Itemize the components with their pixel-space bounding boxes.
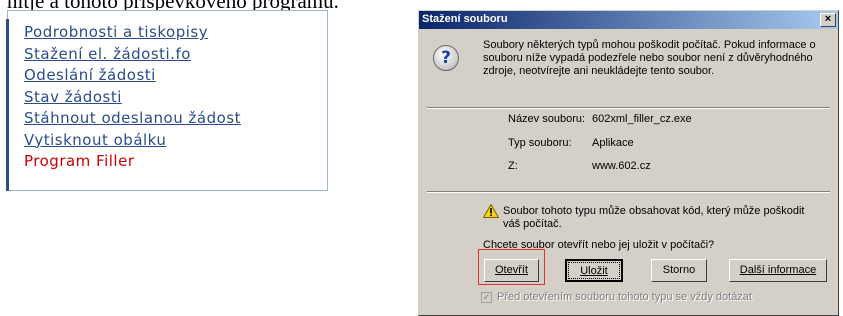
- file-from-value: www.602.cz: [592, 160, 651, 172]
- always-ask-label: Před otevřením souboru tohoto typu se vž…: [497, 291, 752, 303]
- file-from-label: Z:: [508, 160, 518, 172]
- close-icon[interactable]: ×: [820, 13, 836, 27]
- document-menu-panel: Podrobnosti a tiskopisy Stažení el. žádo…: [6, 10, 328, 191]
- open-button[interactable]: Otevřít: [484, 259, 539, 282]
- menu-item-download-form[interactable]: Stažení el. žádosti.fo: [24, 44, 241, 66]
- dialog-title: Stažení souboru: [422, 13, 508, 25]
- question-icon: ?: [433, 45, 459, 71]
- menu-item-download-sent[interactable]: Stáhnout odeslanou žádost: [24, 108, 241, 130]
- menu-item-program-filler[interactable]: Program Filler: [24, 151, 241, 173]
- always-ask-checkbox[interactable]: ✓: [481, 292, 492, 303]
- separator: [427, 107, 830, 109]
- danger-text: Soubor tohoto typu může obsahovat kód, k…: [503, 205, 805, 230]
- dialog-titlebar: Stažení souboru ×: [419, 11, 838, 29]
- file-download-dialog: Stažení souboru × ? Soubory některých ty…: [418, 10, 839, 316]
- separator: [427, 191, 830, 193]
- menu-item-request-status[interactable]: Stav žádosti: [24, 87, 241, 109]
- more-info-button[interactable]: Další informace: [729, 259, 827, 282]
- file-name-value: 602xml_filler_cz.exe: [592, 113, 692, 125]
- file-name-label: Název souboru:: [508, 113, 586, 125]
- file-type-value: Aplikace: [592, 137, 634, 149]
- warning-icon: [483, 204, 499, 218]
- menu-item-print-envelope[interactable]: Vytisknout obálku: [24, 130, 241, 152]
- menu-item-details[interactable]: Podrobnosti a tiskopisy: [24, 22, 241, 44]
- dialog-warning-text: Soubory některých typů mohou poškodit po…: [483, 39, 816, 77]
- menu-list: Podrobnosti a tiskopisy Stažení el. žádo…: [24, 22, 241, 173]
- menu-accent-bar: [6, 19, 9, 191]
- file-type-label: Typ souboru:: [508, 137, 572, 149]
- save-button[interactable]: Uložit: [565, 259, 623, 282]
- cancel-button[interactable]: Storno: [651, 259, 707, 282]
- menu-item-send-request[interactable]: Odeslání žádosti: [24, 65, 241, 87]
